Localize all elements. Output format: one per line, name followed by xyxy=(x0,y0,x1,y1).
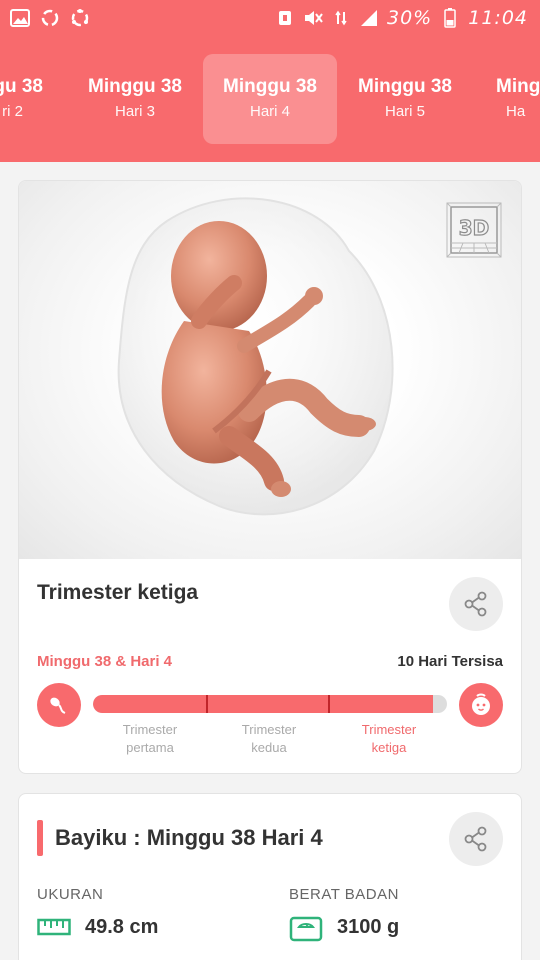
trimester-divider xyxy=(328,695,330,713)
days-remaining: 10 Hari Tersisa xyxy=(397,653,503,670)
battery-percent: 30% xyxy=(387,7,433,29)
size-label: UKURAN xyxy=(37,886,104,903)
label-line: kedua xyxy=(251,740,287,755)
size-value: 49.8 cm xyxy=(85,916,159,938)
label-line: ketiga xyxy=(371,740,407,755)
label-line: Trimester xyxy=(361,722,417,737)
ruler-icon xyxy=(37,916,71,938)
share-icon xyxy=(464,591,487,617)
tab-day-label: Hari 5 xyxy=(384,103,425,120)
tab-week38-day2[interactable]: ggu 38 ri 2 xyxy=(0,54,66,144)
weight-label: BERAT BADAN xyxy=(289,886,399,903)
3d-view-icon[interactable]: 3D xyxy=(443,199,505,261)
label-line: Trimester xyxy=(122,722,178,737)
progress-fill xyxy=(93,695,433,713)
mute-icon xyxy=(303,8,323,28)
tab-week38-day3[interactable]: Minggu 38 Hari 3 xyxy=(68,54,202,144)
baby-face-icon xyxy=(459,683,503,727)
tab-week38-day6[interactable]: Ming Ha xyxy=(474,54,540,144)
3d-badge-text: 3D xyxy=(459,216,490,240)
trimester-label-second: Trimester kedua xyxy=(214,721,324,757)
tab-day-label: Ha xyxy=(506,103,526,120)
label-line: pertama xyxy=(126,740,174,755)
share-link-icon xyxy=(70,8,90,28)
tab-day-label: Hari 3 xyxy=(114,103,155,120)
trimester-divider xyxy=(206,695,208,713)
data-signal-icon xyxy=(331,8,351,28)
weight-value: 3100 g xyxy=(337,916,400,938)
share-button[interactable] xyxy=(449,812,503,866)
tab-week-label: ggu 38 xyxy=(0,76,43,97)
tab-week38-day4[interactable]: Minggu 38 Hari 4 xyxy=(203,54,337,144)
recycle-icon xyxy=(40,8,60,28)
scale-icon xyxy=(289,916,323,942)
trimester-label-third: Trimester ketiga xyxy=(334,721,444,757)
share-icon xyxy=(464,826,487,852)
section-accent xyxy=(37,820,43,856)
current-week-day: Minggu 38 & Hari 4 xyxy=(37,653,173,670)
share-button[interactable] xyxy=(449,577,503,631)
baby-stats-card: Bayiku : Minggu 38 Hari 4 UKURAN 49.8 cm… xyxy=(18,793,522,960)
fetus-image[interactable]: 3D xyxy=(19,181,521,559)
sperm-icon xyxy=(37,683,81,727)
fetus-card: 3D Trimester ketiga Minggu 38 & Hari 4 1… xyxy=(18,180,522,774)
vpn-icon xyxy=(275,8,295,28)
tab-week-label: Minggu 38 xyxy=(223,76,317,97)
status-bar: 30% 11:04 xyxy=(0,0,540,38)
trimester-label-first: Trimester pertama xyxy=(95,721,205,757)
tab-week-label: Minggu 38 xyxy=(358,76,452,97)
image-icon xyxy=(10,8,30,28)
tab-week-label: Ming xyxy=(496,76,540,97)
label-line: Trimester xyxy=(241,722,297,737)
tab-day-label: Hari 4 xyxy=(249,103,290,120)
tab-day-label: ri 2 xyxy=(2,103,23,120)
signal-icon xyxy=(359,8,379,28)
trimester-progress-bar xyxy=(93,695,447,713)
trimester-title: Trimester ketiga xyxy=(37,581,199,604)
baby-title: Bayiku : Minggu 38 Hari 4 xyxy=(55,825,323,850)
week-day-tabs: ggu 38 ri 2 Minggu 38 Hari 3 Minggu 38 H… xyxy=(0,38,540,162)
tab-week38-day5[interactable]: Minggu 38 Hari 5 xyxy=(338,54,472,144)
tab-week-label: Minggu 38 xyxy=(88,76,182,97)
battery-icon xyxy=(440,8,460,28)
clock: 11:04 xyxy=(468,7,528,29)
